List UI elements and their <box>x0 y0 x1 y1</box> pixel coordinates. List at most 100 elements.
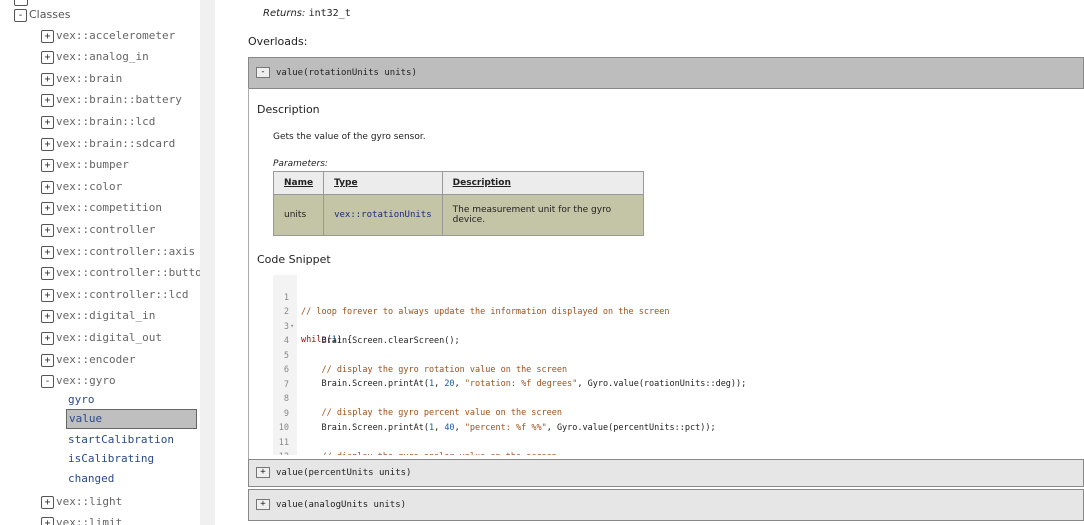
code-line: 6 Brain.Screen.printAt(1, 20, "rotation:… <box>273 349 746 389</box>
tree-item-brain-sdcard[interactable]: + vex::brain::sdcard <box>41 135 175 153</box>
code-line: 10 <box>273 407 314 433</box>
expand-icon[interactable]: + <box>41 50 54 64</box>
tree-item-controller-lcd[interactable]: + vex::controller::lcd <box>41 286 188 304</box>
tree-item-label[interactable]: vex::color <box>56 180 122 193</box>
overload-signature: value(analogUnits units) <box>276 500 407 510</box>
column-header-name: Name <box>272 171 325 195</box>
collapse-icon[interactable]: - <box>41 374 54 388</box>
tree-item-label[interactable]: vex::brain::battery <box>56 93 182 106</box>
code-line: 2 ▾ while(1) { <box>273 291 352 345</box>
tree-item-brain[interactable]: + vex::brain <box>41 70 122 88</box>
tree-item-controller-button[interactable]: + vex::controller::button <box>41 264 200 282</box>
overload-header-percent-units[interactable]: + value(percentUnits units) <box>248 459 1084 487</box>
overload-header-analog-units[interactable]: + value(analogUnits units) <box>248 489 1084 521</box>
tree-item-brain-lcd[interactable]: + vex::brain::lcd <box>41 113 155 131</box>
collapse-icon[interactable]: - <box>256 67 270 78</box>
tree-item-label[interactable]: vex::accelerometer <box>56 29 175 42</box>
tree-item-label[interactable]: vex::brain::lcd <box>56 115 155 128</box>
param-type: vex::rotationUnits <box>323 194 443 236</box>
code-line: 8 // display the gyro percent value on t… <box>273 378 562 418</box>
expand-icon[interactable]: + <box>41 29 54 43</box>
tree-item-controller[interactable]: + vex::controller <box>41 221 155 239</box>
code-line: 4 <box>273 320 314 346</box>
expand-icon[interactable]: + <box>41 158 54 172</box>
table-header-row: Name Type Description <box>272 171 644 195</box>
tree-root-label: Classes <box>29 8 71 21</box>
documentation-content: Returns: int32_t Overloads: - value(rotat… <box>215 0 1084 525</box>
tree-item-label[interactable]: vex::brain::sdcard <box>56 137 175 150</box>
tree-item-label[interactable]: vex::limit <box>56 516 122 525</box>
tree-item-gyro[interactable]: - vex::gyro <box>41 372 116 390</box>
tree-item-bumper[interactable]: + vex::bumper <box>41 156 129 174</box>
tree-item-encoder[interactable]: + vex::encoder <box>41 351 135 369</box>
expand-icon[interactable]: + <box>256 467 270 478</box>
expand-icon[interactable]: + <box>41 115 54 129</box>
code-line: 3 Brain.Screen.clearScreen(); <box>273 306 460 346</box>
tree-item-label[interactable]: vex::brain <box>56 72 122 85</box>
class-tree-sidebar: - Classes + vex::accelerometer + vex::analo… <box>0 0 200 525</box>
code-text: // display the gyro percent value on the… <box>321 408 563 418</box>
expand-icon[interactable]: + <box>41 266 54 280</box>
tree-item-label[interactable]: vex::bumper <box>56 158 129 171</box>
tree-item-competition[interactable]: + vex::competition <box>41 199 162 217</box>
tree-item-label[interactable]: vex::encoder <box>56 353 135 366</box>
tree-item-label[interactable]: vex::controller <box>56 223 155 236</box>
member-link-iscalibrating[interactable]: isCalibrating <box>68 450 154 468</box>
tree-item-accelerometer[interactable]: + vex::accelerometer <box>41 27 175 45</box>
column-header-type: Type <box>323 171 443 195</box>
expand-icon[interactable]: + <box>41 495 54 509</box>
parameters-table: Name Type Description units vex::rotatio… <box>272 171 644 236</box>
overload-body: Description Gets the value of the gyro s… <box>248 88 1084 459</box>
sidebar-divider <box>200 0 215 525</box>
expand-icon[interactable]: + <box>41 309 54 323</box>
member-link-changed[interactable]: changed <box>68 470 114 488</box>
tree-item-label[interactable]: vex::controller::lcd <box>56 288 188 301</box>
expand-icon[interactable]: + <box>41 201 54 215</box>
returns-label: Returns: <box>263 8 306 19</box>
expand-icon[interactable]: + <box>41 72 54 86</box>
tree-item-digital-out[interactable]: + vex::digital_out <box>41 329 162 347</box>
expand-icon[interactable]: + <box>256 499 270 510</box>
tree-item-limit[interactable]: + vex::limit <box>41 514 122 525</box>
tree-item-label[interactable]: vex::controller::axis <box>56 245 195 258</box>
code-text: Brain.Screen.clearScreen(); <box>301 336 460 346</box>
expand-icon[interactable]: + <box>41 223 54 237</box>
collapse-icon[interactable]: - <box>14 8 27 22</box>
member-link-startcalibration[interactable]: startCalibration <box>68 431 174 449</box>
expand-icon[interactable]: + <box>41 137 54 151</box>
expand-icon[interactable]: + <box>41 180 54 194</box>
tree-item-label[interactable]: vex::gyro <box>56 374 116 387</box>
tree-item-controller-axis[interactable]: + vex::controller::axis <box>41 243 195 261</box>
tree-item-label[interactable]: vex::digital_in <box>56 309 155 322</box>
expand-icon[interactable]: + <box>41 93 54 107</box>
code-line: 5 // display the gyro rotation value on … <box>273 335 567 375</box>
tree-item-brain-battery[interactable]: + vex::brain::battery <box>41 91 182 109</box>
tree-item-label[interactable]: vex::controller::button <box>56 266 200 279</box>
table-row: units vex::rotationUnits The measurement… <box>272 194 644 236</box>
tree-item-label[interactable]: vex::digital_out <box>56 331 162 344</box>
param-description: The measurement unit for the gyro device… <box>441 194 644 236</box>
expand-icon[interactable]: + <box>41 331 54 345</box>
tree-item-analog-in[interactable]: + vex::analog_in <box>41 48 149 66</box>
tree-item-label[interactable]: vex::light <box>56 495 122 508</box>
tree-item-label[interactable]: vex::analog_in <box>56 50 149 63</box>
expand-icon[interactable]: + <box>41 353 54 367</box>
tree-item-digital-in[interactable]: + vex::digital_in <box>41 307 155 325</box>
tree-item-light[interactable]: + vex::light <box>41 493 122 511</box>
tree-item-color[interactable]: + vex::color <box>41 178 122 196</box>
line-number: 12 <box>273 450 289 455</box>
expand-icon[interactable]: + <box>41 288 54 302</box>
code-text: Brain.Screen.printAt(1, 20, "rotation: %… <box>301 379 747 389</box>
expand-icon[interactable]: + <box>41 245 54 259</box>
overload-signature: value(percentUnits units) <box>276 468 412 478</box>
overload-header-rotation-units[interactable]: - value(rotationUnits units) <box>248 57 1084 89</box>
tree-root-classes[interactable]: - Classes <box>14 6 70 24</box>
tree-item-label[interactable]: vex::competition <box>56 201 162 214</box>
code-editor[interactable]: 1 // loop forever to always update the i… <box>273 275 1073 455</box>
code-line: 1 // loop forever to always update the i… <box>273 277 670 317</box>
code-text: Brain.Screen.printAt(1, 40, "percent: %f… <box>301 423 716 433</box>
overload-signature: value(rotationUnits units) <box>276 68 417 78</box>
member-link-gyro[interactable]: gyro <box>68 391 95 409</box>
member-link-value-selected[interactable]: value <box>66 409 197 429</box>
expand-icon[interactable]: + <box>41 516 54 525</box>
